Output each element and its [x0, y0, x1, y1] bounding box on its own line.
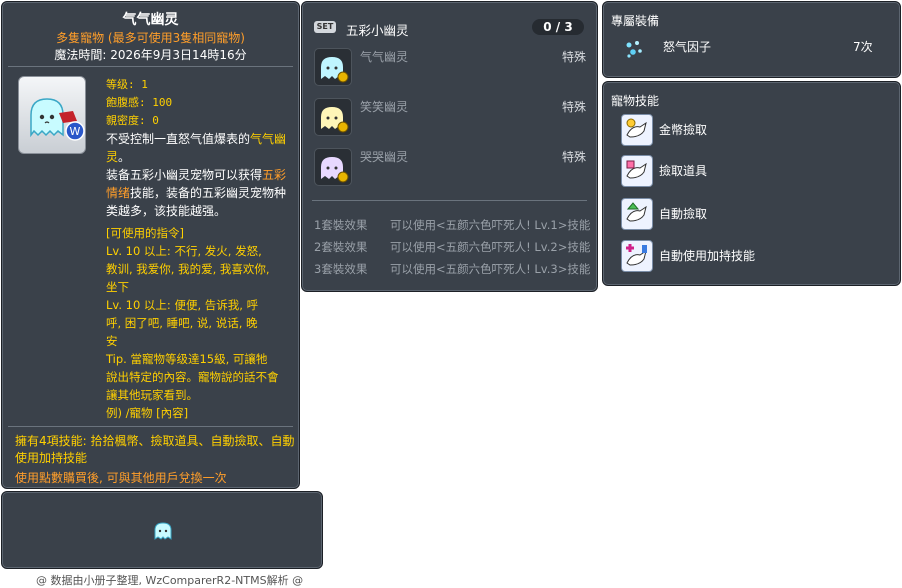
exclusive-equip-panel: 專屬裝備 怒气因子 7次: [602, 1, 901, 78]
divider: [8, 66, 293, 67]
set-item-name: 气气幽灵: [360, 50, 409, 64]
set-item[interactable]: 气气幽灵 特殊: [314, 48, 586, 88]
divider: [8, 426, 293, 427]
pet-fullness: 飽腹感: 100: [106, 96, 173, 109]
auto-buff-icon: [621, 240, 653, 272]
set-item[interactable]: 哭哭幽灵 特殊: [314, 148, 586, 188]
skill-name: 金幣撿取: [659, 123, 708, 137]
pet-preview-panel: [1, 491, 323, 569]
set-effect: 1套裝效果 可以使用<五颜六色吓死人! Lv.1>技能: [314, 218, 591, 232]
ghost-pet-sprite-icon: [154, 522, 172, 540]
meso-pickup-icon: [621, 114, 653, 146]
divider: [312, 200, 587, 201]
anger-factor-icon[interactable]: [621, 36, 649, 67]
pet-description: 不受控制一直怒气值爆表的气气幽 灵。 装备五彩小幽灵宠物可以获得五彩 情绪技能，…: [106, 132, 287, 218]
set-item-type: 特殊: [561, 100, 586, 114]
ghost-sad-icon: [314, 148, 352, 186]
trade-note: 使用點數購買後, 可與其他用戶兌換一次: [15, 471, 227, 485]
set-item-type: 特殊: [561, 150, 586, 164]
credit-text: @ 数据由小册子整理, WzComparerR2-NTMS解析 @: [36, 574, 304, 587]
set-name: 五彩小幽灵: [346, 23, 409, 38]
exclusive-item-name: 怒气因子: [663, 40, 712, 54]
exclusive-item-count: 7次: [853, 40, 873, 54]
ghost-angry-icon: [314, 48, 352, 86]
ghost-pet-icon: W: [30, 98, 85, 141]
pet-subtitle: 多隻寵物 (最多可使用3隻相同寵物): [56, 31, 245, 45]
skill-name: 撿取道具: [659, 164, 708, 178]
skill-name: 自動撿取: [659, 207, 708, 221]
pet-skills-panel: 寵物技能 金幣撿取 撿取道具 自動撿取 自動使用加持技能: [602, 81, 901, 286]
set-item[interactable]: 笑笑幽灵 特殊: [314, 98, 586, 138]
auto-pickup-icon: [621, 198, 653, 230]
skills-summary: 擁有4項技能: 拾拾楓幣、撿取道具、自動撿取、自動使用加持技能: [15, 434, 295, 465]
pet-level: 等级: 1: [106, 78, 148, 91]
svg-text:W: W: [70, 125, 81, 138]
exclusive-equip-title: 專屬裝備: [611, 14, 660, 28]
set-effect: 2套裝效果 可以使用<五颜六色吓死人! Lv.2>技能: [314, 240, 591, 254]
set-item-name: 哭哭幽灵: [360, 150, 409, 164]
pet-commands: [可使用的指令] Lv. 10 以上: 不行, 发火, 发怒, 教训, 我爱你,…: [106, 226, 279, 420]
item-pickup-icon: [621, 155, 653, 187]
set-item-type: 特殊: [561, 50, 586, 64]
pet-closeness: 親密度: 0: [106, 114, 159, 127]
pet-title: 气气幽灵: [122, 12, 179, 28]
pet-skills-title: 寵物技能: [611, 94, 660, 108]
set-item-name: 笑笑幽灵: [360, 100, 409, 114]
set-effect: 3套裝效果 可以使用<五颜六色吓死人! Lv.3>技能: [314, 262, 591, 276]
pet-tooltip-panel: 气气幽灵 多隻寵物 (最多可使用3隻相同寵物) 魔法時間: 2026年9月3日1…: [1, 1, 300, 489]
skill-name: 自動使用加持技能: [659, 249, 756, 263]
set-count: 0 / 3: [532, 19, 584, 35]
set-panel: SET 五彩小幽灵 0 / 3 气气幽灵 特殊 笑笑幽灵 特殊 哭哭幽灵 特殊 …: [301, 1, 598, 292]
set-badge: SET: [314, 21, 336, 33]
ghost-happy-icon: [314, 98, 352, 136]
pet-portrait: W: [18, 76, 86, 154]
magic-time: 魔法時間: 2026年9月3日14時16分: [54, 48, 247, 62]
